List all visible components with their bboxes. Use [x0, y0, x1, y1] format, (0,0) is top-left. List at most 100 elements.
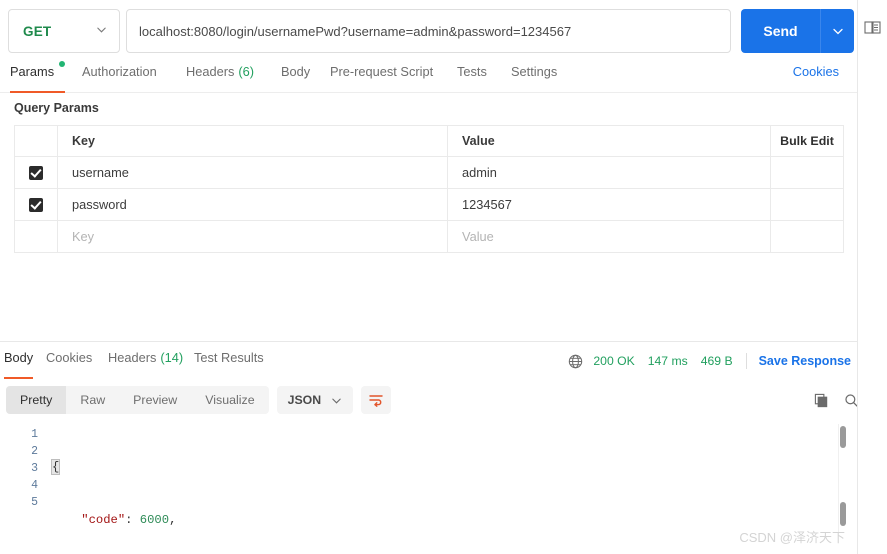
- row-checkbox-cell: [15, 157, 58, 188]
- response-tab-headers-label: Headers: [108, 350, 157, 365]
- request-url-row: GET localhost:8080/login/usernamePwd?use…: [8, 9, 854, 53]
- param-checkbox-username[interactable]: [29, 165, 43, 180]
- new-param-key-input[interactable]: Key: [58, 221, 448, 252]
- response-tab-headers-count: (14): [160, 350, 184, 365]
- view-visualize-button[interactable]: Visualize: [191, 386, 268, 414]
- json-code-content[interactable]: { "code": 6000, "msg": "登陆失败", "data": n…: [50, 424, 203, 554]
- response-body-viewer[interactable]: 1 2 3 4 5 { "code": 6000, "msg": "登陆失败",…: [0, 424, 857, 534]
- new-param-value-input[interactable]: Value: [448, 221, 771, 252]
- json-colon: :: [125, 512, 140, 527]
- view-raw-button[interactable]: Raw: [66, 386, 119, 414]
- chevron-down-icon: [96, 22, 107, 40]
- param-key-username[interactable]: username: [58, 157, 448, 188]
- right-sidebar-rail: [857, 0, 887, 554]
- code-line: "code": 6000,: [52, 512, 203, 530]
- query-params-table: Key Value Bulk Edit username admin passw…: [14, 125, 844, 253]
- json-number-value: 6000: [139, 512, 170, 527]
- tab-authorization-label: Authorization: [82, 64, 157, 79]
- documentation-panel-icon[interactable]: [863, 18, 883, 38]
- active-tab-underline: [10, 91, 66, 93]
- save-response-button[interactable]: Save Response: [759, 354, 869, 368]
- copy-icon[interactable]: [809, 388, 833, 412]
- tab-tests-label: Tests: [457, 64, 487, 79]
- watermark: CSDN @泽济天下: [739, 530, 845, 545]
- line-number: 2: [31, 445, 38, 458]
- line-number-gutter: 1 2 3 4 5: [0, 424, 48, 534]
- json-key: "code": [81, 512, 126, 527]
- status-separator: [745, 353, 747, 369]
- tab-body[interactable]: Body: [281, 62, 310, 93]
- response-tab-body[interactable]: Body: [4, 348, 34, 379]
- tab-headers-label: Headers: [186, 64, 235, 79]
- status-code: 200 OK: [593, 354, 635, 368]
- header-key-cell: Key: [58, 126, 448, 156]
- table-header-row: Key Value Bulk Edit: [15, 126, 843, 157]
- line-number: 1: [31, 428, 38, 441]
- row-actions-cell: [771, 189, 843, 220]
- response-view-toolbar: Pretty Raw Preview Visualize JSON: [6, 386, 392, 414]
- response-tab-headers[interactable]: Headers (14): [108, 348, 183, 379]
- tab-settings-label: Settings: [511, 64, 558, 79]
- response-body-scrollbar[interactable]: [838, 424, 846, 532]
- params-modified-dot-icon: [59, 61, 66, 67]
- cookies-link[interactable]: Cookies: [793, 62, 839, 79]
- header-check-cell: [15, 126, 58, 156]
- bulk-edit-button[interactable]: Bulk Edit: [771, 126, 843, 156]
- postman-window: GET localhost:8080/login/usernamePwd?use…: [0, 0, 887, 554]
- json-open-brace: {: [50, 459, 61, 475]
- response-tools-right: [803, 388, 863, 412]
- save-response-label: Save Response: [758, 354, 851, 368]
- response-tab-test-results-label: Test Results: [194, 350, 264, 365]
- param-value-password[interactable]: 1234567: [448, 189, 771, 220]
- table-row-empty: Key Value: [15, 221, 843, 253]
- json-comma: ,: [169, 512, 177, 527]
- header-value-cell: Value: [448, 126, 771, 156]
- send-button-group: Send: [741, 9, 854, 53]
- tab-headers[interactable]: Headers (6): [186, 62, 254, 93]
- view-pretty-button[interactable]: Pretty: [6, 386, 67, 414]
- line-number: 4: [31, 479, 38, 492]
- response-view-segmented-control: Pretty Raw Preview Visualize: [6, 386, 269, 414]
- code-line: {: [50, 459, 203, 477]
- response-tab-cookies[interactable]: Cookies: [46, 348, 92, 379]
- param-key-password[interactable]: password: [58, 189, 448, 220]
- line-number: 5: [31, 496, 38, 509]
- http-method-label: GET: [23, 23, 52, 39]
- tab-pre-request-script[interactable]: Pre-request Script: [330, 62, 433, 93]
- view-preview-button[interactable]: Preview: [119, 386, 191, 414]
- format-chevron-down-icon: [331, 395, 342, 406]
- request-url-input[interactable]: localhost:8080/login/usernamePwd?usernam…: [126, 9, 731, 53]
- response-format-label: JSON: [287, 393, 322, 407]
- word-wrap-icon: [369, 395, 383, 407]
- response-size: 469 B: [700, 354, 733, 368]
- send-button[interactable]: Send: [741, 9, 820, 53]
- param-checkbox-password[interactable]: [29, 197, 43, 212]
- request-url-text: localhost:8080/login/usernamePwd?usernam…: [139, 23, 572, 39]
- tab-params-label: Params: [10, 64, 55, 79]
- line-number: 3: [31, 462, 38, 475]
- response-tab-test-results[interactable]: Test Results: [194, 348, 264, 379]
- response-format-selector[interactable]: JSON: [276, 386, 354, 414]
- response-tab-body-label: Body: [4, 350, 34, 365]
- tab-pre-request-script-label: Pre-request Script: [330, 64, 434, 79]
- send-options-chevron-down-icon[interactable]: [820, 9, 854, 53]
- row-actions-cell: [771, 157, 843, 188]
- active-response-tab-underline: [4, 377, 34, 379]
- response-status-bar: 200 OK 147 ms 469 B Save Response: [568, 350, 869, 372]
- http-method-selector[interactable]: GET: [8, 9, 120, 53]
- globe-icon: [568, 354, 583, 369]
- table-row: password 1234567: [15, 189, 843, 221]
- panel-divider[interactable]: [0, 341, 857, 342]
- request-tabs: Params Authorization Headers (6) Body Pr…: [0, 61, 857, 93]
- tab-tests[interactable]: Tests: [457, 62, 487, 93]
- scrollbar-thumb[interactable]: [840, 426, 846, 448]
- tab-body-label: Body: [281, 64, 311, 79]
- table-row: username admin: [15, 157, 843, 189]
- param-value-username[interactable]: admin: [448, 157, 771, 188]
- tab-settings[interactable]: Settings: [511, 62, 557, 93]
- tab-authorization[interactable]: Authorization: [82, 62, 157, 93]
- scrollbar-thumb-secondary[interactable]: [840, 502, 846, 526]
- tab-params[interactable]: Params: [10, 61, 66, 93]
- word-wrap-toggle-button[interactable]: [361, 386, 392, 414]
